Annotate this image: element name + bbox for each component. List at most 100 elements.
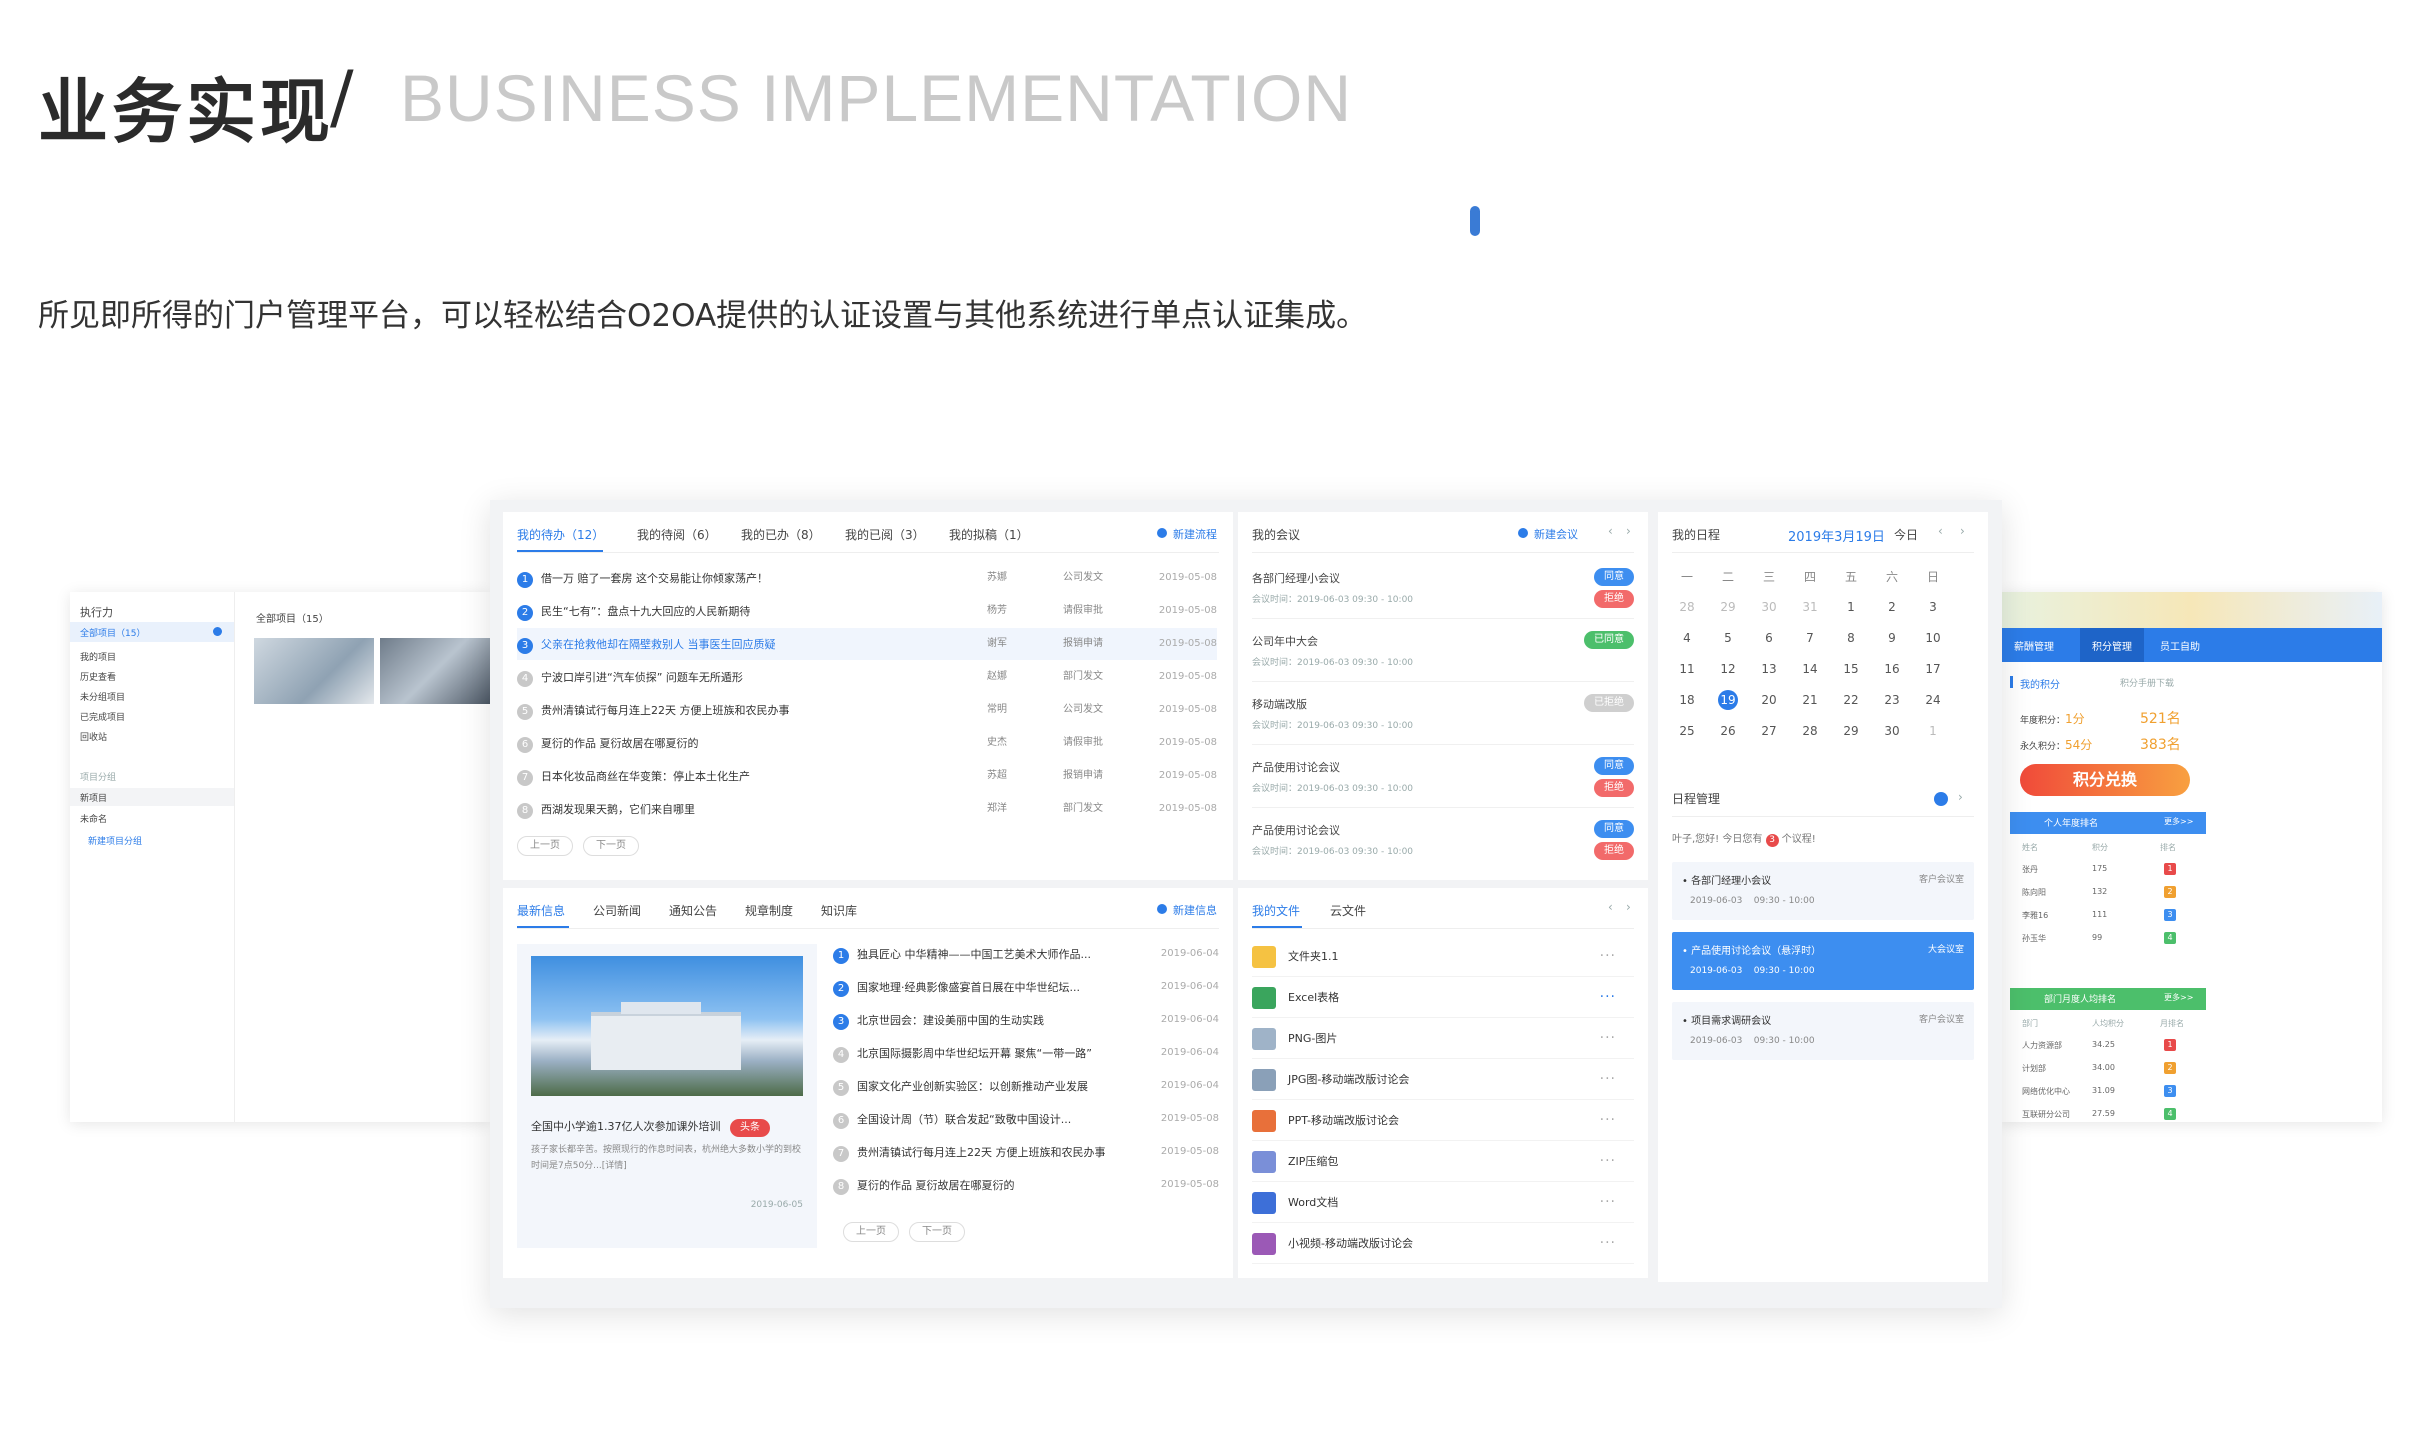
news-row[interactable]: 2 国家地理·经典影像盛宴首日展在中华世纪坛... 2019-06-04	[833, 971, 1219, 1003]
next-arrow-icon[interactable]: ›	[1626, 524, 1631, 538]
prev-page-button[interactable]: 上一页	[517, 836, 573, 856]
news-tab[interactable]: 公司新闻	[593, 902, 641, 919]
news-row[interactable]: 1 独具匠心 中华精神——中国工艺美术大师作品... 2019-06-04	[833, 938, 1219, 970]
file-row[interactable]: 小视频-移动端改版讨论会 ···	[1252, 1223, 1634, 1264]
todo-row[interactable]: 8 西湖发现果天鹅，它们来自哪里 郑洋 部门发文 2019-05-08	[517, 793, 1217, 825]
calendar-day[interactable]: 26	[1713, 724, 1743, 738]
meeting-action-button[interactable]: 同意	[1594, 820, 1634, 838]
calendar-day[interactable]: 5	[1713, 631, 1743, 645]
feature-card[interactable]: 全国中小学逾1.37亿人次参加课外培训 头条 孩子家长都辛苦。按照现行的作息时间…	[517, 944, 817, 1248]
calendar-day[interactable]: 13	[1754, 662, 1784, 676]
todo-row[interactable]: 3 父亲在抢救他却在隔壁救别人 当事医生回应质疑 谢军 报销申请 2019-05-08	[517, 628, 1217, 660]
schedule-event[interactable]: • 产品使用讨论会议（悬浮时） 大会议室 2019-06-03 09:30 - 10…	[1672, 932, 1974, 990]
todo-row[interactable]: 1 借一万 赔了一套房 这个交易能让你倾家荡产！ 苏娜 公司发文 2019-05-08	[517, 562, 1217, 594]
news-row[interactable]: 3 北京世园会：建设美丽中国的生动实践 2019-06-04	[833, 1004, 1219, 1036]
meeting-name[interactable]: 产品使用讨论会议	[1252, 822, 1340, 838]
file-row[interactable]: 文件夹1.1 ···	[1252, 936, 1634, 977]
calendar-day[interactable]: 17	[1918, 662, 1948, 676]
meeting-action-button[interactable]: 拒绝	[1594, 779, 1634, 797]
meeting-action-button[interactable]: 已同意	[1584, 631, 1634, 649]
tab-points[interactable]: 积分管理	[2092, 638, 2132, 653]
calendar-day[interactable]: 30	[1754, 600, 1784, 614]
nav-item[interactable]: 未分组项目	[80, 690, 125, 703]
nav-item[interactable]: 回收站	[80, 730, 107, 743]
tab-self-service[interactable]: 员工自助	[2160, 638, 2200, 653]
calendar-day[interactable]: 4	[1672, 631, 1702, 645]
next-arrow-icon[interactable]: ›	[1626, 900, 1631, 914]
calendar-day[interactable]: 19	[1713, 693, 1743, 707]
todo-tab[interactable]: 我的已办（8）	[741, 526, 821, 543]
calendar-day[interactable]: 3	[1918, 600, 1948, 614]
group-item[interactable]: 未命名	[80, 812, 107, 825]
calendar-day[interactable]: 11	[1672, 662, 1702, 676]
todo-row[interactable]: 7 日本化妆品商丝在华变策：停止本土化生产 苏超 报销申请 2019-05-08	[517, 760, 1217, 792]
tab-salary[interactable]: 薪酬管理	[2014, 638, 2054, 653]
project-card[interactable]	[254, 638, 374, 704]
calendar-day[interactable]: 24	[1918, 693, 1948, 707]
feature-title[interactable]: 全国中小学逾1.37亿人次参加课外培训	[531, 1120, 721, 1133]
new-info-button[interactable]: 新建信息	[1157, 902, 1217, 918]
more-options-icon[interactable]: ···	[1600, 1018, 1616, 1058]
todo-tab[interactable]: 我的待阅（6）	[637, 526, 717, 543]
calendar-day[interactable]: 23	[1877, 693, 1907, 707]
nav-item[interactable]: 我的项目	[80, 650, 116, 663]
news-tab[interactable]: 规章制度	[745, 902, 793, 919]
calendar-day[interactable]: 20	[1754, 693, 1784, 707]
calendar-day[interactable]: 1	[1836, 600, 1866, 614]
new-process-button[interactable]: 新建流程	[1157, 526, 1217, 542]
calendar-day[interactable]: 8	[1836, 631, 1866, 645]
prev-page-button[interactable]: 上一页	[843, 1222, 899, 1242]
add-icon[interactable]	[213, 627, 222, 636]
more-link[interactable]: 更多>>	[2164, 816, 2193, 827]
file-row[interactable]: PPT-移动端改版讨论会 ···	[1252, 1100, 1634, 1141]
news-tab[interactable]: 知识库	[821, 902, 857, 919]
more-options-icon[interactable]: ···	[1600, 1223, 1616, 1263]
new-meeting-button[interactable]: 新建会议	[1518, 526, 1578, 542]
new-group-link[interactable]: 新建项目分组	[88, 834, 142, 847]
more-options-icon[interactable]: ···	[1600, 1059, 1616, 1099]
calendar-day[interactable]: 29	[1713, 600, 1743, 614]
calendar-day[interactable]: 22	[1836, 693, 1866, 707]
prev-arrow-icon[interactable]: ‹	[1608, 524, 1613, 538]
meeting-name[interactable]: 各部门经理小会议	[1252, 570, 1340, 586]
calendar-day[interactable]: 28	[1795, 724, 1825, 738]
calendar-day[interactable]: 7	[1795, 631, 1825, 645]
calendar-day[interactable]: 29	[1836, 724, 1866, 738]
next-arrow-icon[interactable]: ›	[1960, 524, 1965, 538]
all-projects-item[interactable]: 全部项目（15）	[80, 626, 145, 639]
more-link[interactable]: 更多>>	[2164, 992, 2193, 1003]
nav-item[interactable]: 已完成项目	[80, 710, 125, 723]
next-page-button[interactable]: 下一页	[583, 836, 639, 856]
calendar-day[interactable]: 10	[1918, 631, 1948, 645]
calendar-day[interactable]: 2	[1877, 600, 1907, 614]
news-tab[interactable]: 最新信息	[517, 902, 565, 919]
schedule-event[interactable]: • 各部门经理小会议 客户会议室 2019-06-03 09:30 - 10:00	[1672, 862, 1974, 920]
more-options-icon[interactable]: ···	[1600, 1141, 1616, 1181]
meeting-action-button[interactable]: 同意	[1594, 757, 1634, 775]
calendar-day[interactable]: 12	[1713, 662, 1743, 676]
news-row[interactable]: 4 北京国际摄影周中华世纪坛开幕 聚焦“一带一路” 2019-06-04	[833, 1037, 1219, 1069]
news-row[interactable]: 7 贵州清镇试行每月连上22天 方便上班族和农民办事 2019-05-08	[833, 1136, 1219, 1168]
exchange-button[interactable]: 积分兑换	[2020, 764, 2190, 796]
news-tab[interactable]: 通知公告	[669, 902, 717, 919]
file-row[interactable]: Excel表格 ···	[1252, 977, 1634, 1018]
file-row[interactable]: JPG图-移动端改版讨论会 ···	[1252, 1059, 1634, 1100]
calendar-day[interactable]: 14	[1795, 662, 1825, 676]
file-row[interactable]: ZIP压缩包 ···	[1252, 1141, 1634, 1182]
todo-row[interactable]: 4 宁波口岸引进“汽车侦探” 问题车无所遁形 赵娜 部门发文 2019-05-08	[517, 661, 1217, 693]
group-item[interactable]: 新项目	[80, 791, 107, 804]
calendar-day[interactable]: 28	[1672, 600, 1702, 614]
meeting-action-button[interactable]: 已拒绝	[1584, 694, 1634, 712]
todo-row[interactable]: 6 夏衍的作品 夏衍故居在哪夏衍的 史杰 请假审批 2019-05-08	[517, 727, 1217, 759]
meeting-name[interactable]: 产品使用讨论会议	[1252, 759, 1340, 775]
meeting-action-button[interactable]: 同意	[1594, 568, 1634, 586]
calendar-day[interactable]: 16	[1877, 662, 1907, 676]
news-row[interactable]: 5 国家文化产业创新实验区：以创新推动产业发展 2019-06-04	[833, 1070, 1219, 1102]
more-options-icon[interactable]: ···	[1600, 1182, 1616, 1222]
file-row[interactable]: Word文档 ···	[1252, 1182, 1634, 1223]
calendar-day[interactable]: 18	[1672, 693, 1702, 707]
calendar-day[interactable]: 27	[1754, 724, 1784, 738]
next-arrow-icon[interactable]: ›	[1958, 790, 1963, 804]
prev-arrow-icon[interactable]: ‹	[1938, 524, 1943, 538]
meeting-name[interactable]: 移动端改版	[1252, 696, 1307, 712]
